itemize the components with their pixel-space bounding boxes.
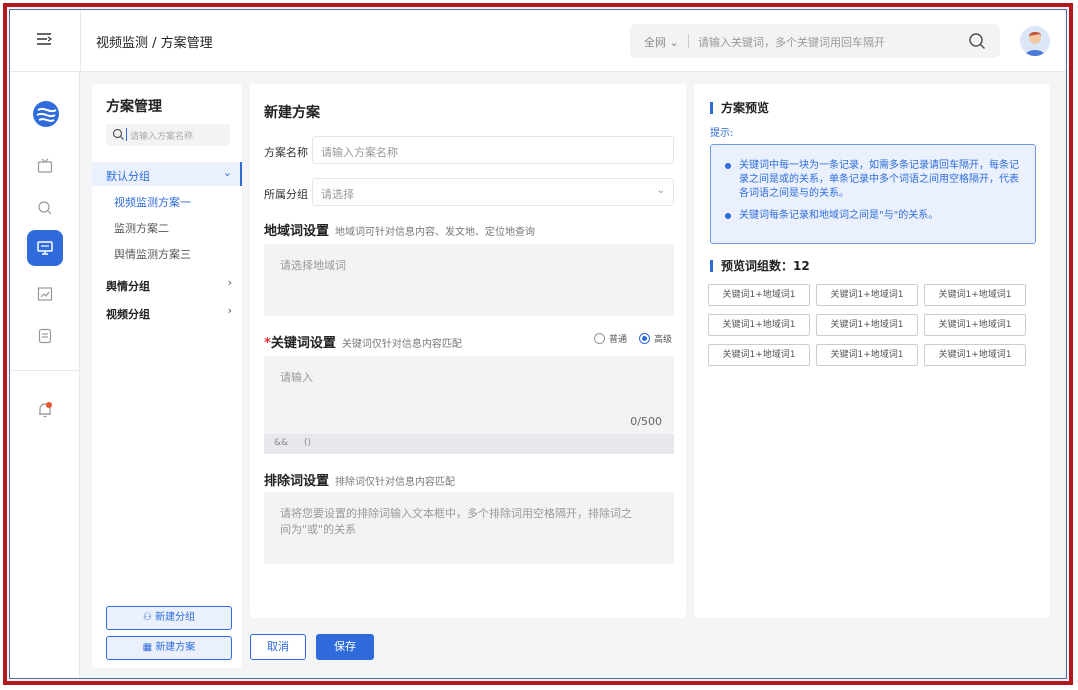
name-label: 方案名称 [264,146,308,159]
search-icon [112,128,125,141]
global-search[interactable]: 全网 ⌄ 请输入关键词，多个关键词用回车隔开 [630,24,1000,58]
top-bar: 视频监测 / 方案管理 全网 ⌄ 请输入关键词，多个关键词用回车隔开 [10,10,1066,72]
required-mark: * [264,336,271,351]
keyword-title: 关键词设置 [270,336,336,351]
divider [80,10,81,71]
new-group-label: 新建分组 [155,612,196,623]
preview-chip: 关键词1+地域词1 [708,314,810,336]
text-cursor [126,128,127,141]
exclude-textarea[interactable]: 请将您要设置的排除词输入文本框中，多个排除词用空格隔开，排除词之间为"或"的关系 [264,492,674,564]
exclude-title: 排除词设置 [264,474,330,489]
plan-item[interactable]: 舆情监测方案三 [114,246,191,262]
preview-chip: 关键词1+地域词1 [924,314,1026,336]
preview-chip: 关键词1+地域词1 [924,284,1026,306]
mode-normal-label: 普通 [609,335,628,345]
group-select-label: 所属分组 [264,188,308,201]
scheme-search-input[interactable]: 请输入方案名称 [106,124,230,146]
form-title: 新建方案 [264,105,320,121]
keyword-toolbar: && () [264,434,674,454]
keyword-textarea[interactable]: 请输入 0/500 [264,356,674,434]
tip-label: 提示: [710,128,734,139]
tv-icon[interactable] [33,154,57,178]
breadcrumb: 视频监测 / 方案管理 [96,36,213,51]
preview-chip: 关键词1+地域词1 [924,344,1026,366]
group-label[interactable]: 舆情分组 [106,278,150,294]
scheme-preview-panel: 方案预览 提示: 关键词中每一块为一条记录，如需多条记录请回车隔开，每条记录之间… [694,84,1050,618]
preview-chip-grid: 关键词1+地域词1 关键词1+地域词1 关键词1+地域词1 关键词1+地域词1 … [708,284,1038,366]
new-group-button[interactable]: ⚇ 新建分组 [106,606,232,630]
nav-rail [10,72,80,678]
mode-normal-radio[interactable]: 普通 [594,332,627,345]
save-button[interactable]: 保存 [316,634,374,660]
divider [10,370,80,371]
plan-item[interactable]: 监测方案二 [114,220,169,236]
cancel-button[interactable]: 取消 [250,634,306,660]
tip-item: 关键词每条记录和地域词之间是"与"的关系。 [725,209,1021,223]
scheme-list-panel: 方案管理 请输入方案名称 默认分组 ⌄ 视频监测方案一 监测方案二 舆情监测方案… [92,84,242,668]
tip-item: 关键词中每一块为一条记录，如需多条记录请回车隔开，每条记录之间是或的关系，单条记… [725,159,1021,201]
search-scope-select[interactable]: 全网 ⌄ [644,34,679,50]
app-frame: 视频监测 / 方案管理 全网 ⌄ 请输入关键词，多个关键词用回车隔开 方案管理 … [3,3,1073,685]
menu-toggle-icon[interactable] [36,32,54,48]
preview-title: 方案预览 [710,102,769,114]
group-select-placeholder: 请选择 [321,188,354,201]
panel-title: 方案管理 [106,99,162,115]
avatar[interactable] [1020,26,1050,56]
preview-chip: 关键词1+地域词1 [816,344,918,366]
keyword-mode-radio-group: 普通 高级 [594,332,672,345]
new-scheme-form: 新建方案 方案名称 请输入方案名称 所属分组 请选择 ⌄ 地域词设置 地域词可针对… [250,84,686,618]
search-icon[interactable] [968,32,986,50]
chevron-right-icon[interactable]: › [228,304,232,317]
keyword-placeholder: 请输入 [280,371,313,384]
exclude-hint: 排除词仅针对信息内容匹配 [335,477,456,488]
radio-off-icon [594,333,605,344]
scheme-search-placeholder: 请输入方案名称 [130,132,194,142]
bell-icon[interactable] [33,398,57,422]
app-logo-icon [32,100,60,128]
preview-chip: 关键词1+地域词1 [708,284,810,306]
tip-box: 关键词中每一块为一条记录，如需多条记录请回车隔开，每条记录之间是或的关系，单条记… [710,144,1036,244]
mode-advanced-label: 高级 [654,335,673,345]
divider [688,34,689,48]
preview-chip: 关键词1+地域词1 [816,314,918,336]
region-section-title: 地域词设置 地域词可针对信息内容、发文地、定位地查询 [264,220,535,239]
app-window: 视频监测 / 方案管理 全网 ⌄ 请输入关键词，多个关键词用回车隔开 方案管理 … [9,9,1067,679]
chart-icon[interactable] [33,282,57,306]
preview-chip: 关键词1+地域词1 [708,344,810,366]
chevron-right-icon[interactable]: › [228,276,232,289]
preview-count: 预览词组数：12 [710,260,810,272]
insert-and-button[interactable]: && [274,438,288,448]
region-picker[interactable]: 请选择地域词 [264,244,674,316]
region-hint: 地域词可针对信息内容、发文地、定位地查询 [335,227,536,238]
exclude-section-title: 排除词设置 排除词仅针对信息内容匹配 [264,470,455,489]
preview-chip: 关键词1+地域词1 [816,284,918,306]
add-plan-icon: ▦ [142,642,156,653]
group-label[interactable]: 视频分组 [106,306,150,322]
document-icon[interactable] [33,324,57,348]
insert-paren-button[interactable]: () [304,438,311,448]
monitor-icon[interactable] [27,230,63,266]
search-input[interactable]: 请输入关键词，多个关键词用回车隔开 [698,34,885,50]
scheme-name-input[interactable]: 请输入方案名称 [312,136,674,164]
search-icon[interactable] [33,196,57,220]
plan-item[interactable]: 视频监测方案一 [114,194,191,210]
chevron-down-icon: ⌄ [656,185,665,196]
char-counter: 0/500 [630,415,662,428]
group-label[interactable]: 默认分组 [106,168,150,184]
keyword-hint: 关键词仅针对信息内容匹配 [341,339,462,350]
new-plan-label: 新建方案 [155,642,196,653]
mode-advanced-radio[interactable]: 高级 [639,332,672,345]
add-group-icon: ⚇ [142,612,156,623]
keyword-section-title: *关键词设置 关键词仅针对信息内容匹配 [264,332,462,351]
group-select[interactable]: 请选择 ⌄ [312,178,674,206]
new-plan-button[interactable]: ▦ 新建方案 [106,636,232,660]
region-title: 地域词设置 [264,224,330,239]
chevron-down-icon[interactable]: ⌄ [223,166,232,179]
radio-on-icon [639,333,651,344]
